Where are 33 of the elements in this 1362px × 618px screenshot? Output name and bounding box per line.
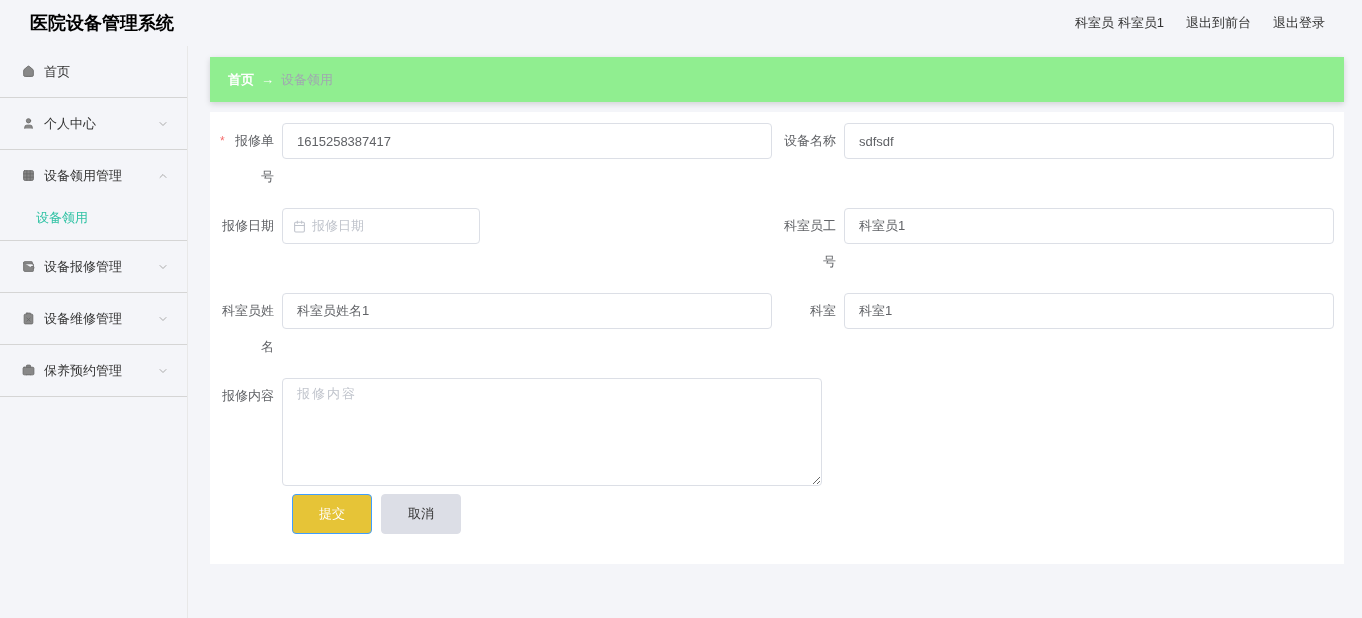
header-link[interactable]: 退出登录 (1273, 13, 1325, 33)
user-name: 科室员 科室员1 (1075, 14, 1164, 33)
wallet-icon (22, 260, 35, 273)
sidebar-item[interactable]: 个人中心 (0, 98, 187, 149)
text-input-field[interactable]: 科室员1 (844, 208, 1334, 244)
calendar-icon (293, 219, 306, 233)
header-link[interactable]: 退出到前台 (1186, 13, 1251, 33)
cancel-button[interactable]: 取消 (381, 494, 461, 534)
field-label: 科室 (809, 302, 836, 320)
sidebar-item[interactable]: 设备报修管理 (0, 241, 187, 292)
briefcase-icon (22, 364, 35, 377)
sidebar-item[interactable]: 设备维修管理 (0, 293, 187, 344)
field-label: 设备名称 (783, 132, 836, 150)
breadcrumb-separator: → (261, 70, 274, 89)
text-input-field[interactable]: 1615258387417 (282, 123, 772, 159)
textarea-field[interactable]: 报修内容 (282, 378, 822, 486)
sidebar-item[interactable]: 首页 (0, 46, 187, 97)
home-icon (22, 65, 35, 78)
breadcrumb-current: 设备领用 (281, 70, 333, 89)
grid-icon (22, 169, 35, 182)
field-label: 报修单号 (234, 132, 274, 186)
field-label: 科室员姓名 (221, 302, 274, 356)
app-title: 医院设备管理系统 (30, 11, 174, 35)
text-input-field[interactable]: 科室1 (844, 293, 1334, 329)
clipboard-icon (22, 312, 35, 325)
field-label: 报修内容 (221, 387, 274, 405)
field-label: 报修日期 (221, 217, 274, 235)
required-mark: * (220, 133, 225, 150)
field-label: 科室员工号 (783, 217, 836, 271)
text-input-field[interactable]: sdfsdf (844, 123, 1334, 159)
sidebar-item[interactable]: 保养预约管理 (0, 345, 187, 396)
user-icon (22, 117, 35, 130)
text-input-field[interactable]: 科室员姓名1 (282, 293, 772, 329)
